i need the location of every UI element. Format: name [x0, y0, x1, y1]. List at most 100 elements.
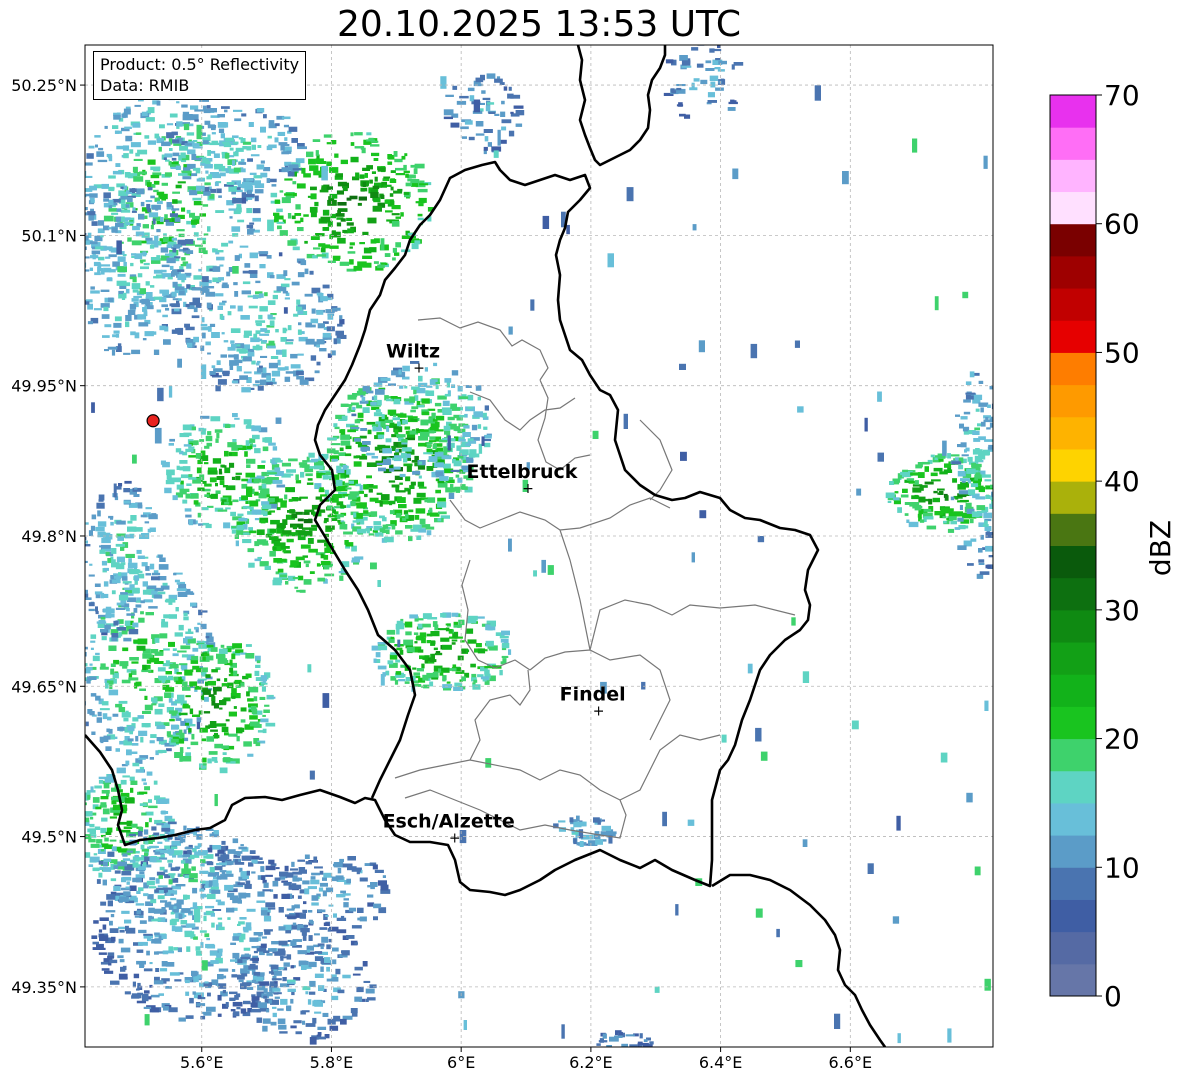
radar-echo-cell: [132, 123, 141, 128]
radar-echo-cell: [349, 195, 358, 200]
radar-echo-cell: [243, 1000, 251, 1005]
radar-echo-cell: [235, 472, 242, 475]
radar-echo-cell: [91, 221, 98, 226]
radar-echo-cell: [203, 893, 207, 898]
radar-echo-cell: [922, 461, 930, 465]
radar-echo-cell: [302, 909, 307, 913]
radar-echo-cell: [122, 853, 128, 857]
radar-echo-cell: [388, 480, 396, 483]
radar-echo-cell: [230, 328, 241, 333]
radar-echo-cell: [183, 703, 189, 708]
radar-echo-cell: [308, 452, 315, 458]
radar-echo-cell: [268, 442, 276, 446]
radar-echo-cell: [117, 955, 124, 959]
radar-echo-cell: [315, 496, 322, 500]
radar-echo-cell: [330, 443, 341, 446]
radar-echo-cell: [138, 730, 148, 736]
radar-echo-cell: [359, 174, 365, 179]
radar-echo-cell: [448, 492, 455, 499]
radar-echo-cell: [278, 142, 288, 146]
radar-echo-cell: [168, 889, 175, 894]
radar-echo-cell: [156, 725, 166, 730]
radar-echo-cell: [262, 1018, 271, 1024]
radar-echo-cell: [211, 922, 215, 928]
radar-echo-cell: [100, 796, 109, 800]
radar-echo-cell: [327, 928, 331, 932]
radar-echo-cell: [510, 94, 521, 99]
radar-echo-cell: [151, 703, 157, 706]
radar-echo-cell: [477, 424, 482, 429]
radar-echo-cell: [232, 413, 238, 418]
radar-echo-cell: [179, 874, 183, 877]
radar-echo-cell: [317, 1026, 327, 1030]
radar-echo-cell: [260, 520, 266, 524]
radar-echo-cell: [284, 297, 290, 300]
radar-echo-cell: [370, 144, 380, 147]
radar-echo-cell: [171, 925, 176, 932]
radar-echo-cell: [360, 428, 368, 431]
radar-echo-cell: [473, 679, 478, 683]
radar-echo-cell: [300, 217, 304, 223]
radar-echo-cell: [363, 980, 371, 983]
radar-echo-cell: [188, 446, 195, 449]
radar-echo-cell: [93, 308, 102, 311]
radar-echo-cell: [101, 817, 108, 822]
radar-echo-cell: [164, 153, 173, 158]
radar-echo-cell: [287, 240, 297, 246]
radar-echo-cell: [157, 667, 166, 672]
radar-echo-cell: [978, 559, 985, 563]
radar-echo-cell: [107, 277, 112, 280]
radar-echo-cell: [315, 150, 319, 156]
radar-echo-cell: [262, 504, 272, 510]
radar-echo-cell: [714, 67, 721, 70]
radar-echo-cell: [139, 871, 145, 875]
radar-echo-cell: [278, 926, 286, 931]
radar-echo-cell: [242, 926, 252, 931]
radar-echo-cell: [292, 246, 300, 251]
radar-echo-cell: [485, 640, 494, 647]
radar-echo-cell: [301, 167, 306, 174]
radar-echo-cell: [209, 108, 217, 113]
radar-echo-cell: [451, 639, 458, 642]
radar-echo-cell: [233, 354, 239, 360]
radar-echo-cell: [195, 157, 202, 161]
radar-echo-cell: [442, 400, 450, 406]
radar-echo-cell: [159, 289, 169, 294]
radar-echo-cell: [114, 316, 122, 322]
radar-echo-cell: [187, 342, 193, 348]
radar-echo-cell: [156, 229, 161, 233]
radar-echo-cell: [183, 444, 192, 447]
radar-echo-cell: [281, 197, 291, 204]
radar-echo-cell: [280, 956, 287, 959]
radar-echo-cell: [89, 193, 98, 198]
radar-echo-cell: [85, 522, 89, 525]
radar-echo-cell: [408, 509, 414, 513]
radar-echo-cell: [267, 219, 274, 232]
radar-echo-cell: [376, 492, 383, 495]
radar-echo-cell: [356, 404, 363, 409]
radar-echo-cell: [296, 183, 306, 189]
radar-echo-cell: [241, 855, 252, 861]
radar-echo-cell: [270, 1021, 277, 1026]
radar-echo-cell: [94, 135, 101, 138]
radar-echo-cell: [173, 947, 179, 951]
radar-echo-cell: [199, 213, 206, 217]
radar-echo-cell: [347, 856, 356, 861]
radar-echo-cell: [461, 136, 467, 139]
radar-echo-cell: [263, 882, 269, 888]
radar-echo-cell: [172, 208, 176, 212]
radar-echo-cell: [980, 407, 984, 413]
radar-echo-cell: [180, 645, 191, 650]
radar-echo-cell: [176, 582, 180, 585]
radar-echo-cell: [814, 85, 821, 101]
radar-echo-cell: [314, 866, 323, 869]
radar-echo-cell: [257, 465, 265, 469]
radar-echo-cell: [105, 256, 111, 259]
radar-echo-cell: [904, 513, 909, 516]
radar-echo-cell: [366, 165, 373, 170]
radar-echo-cell: [282, 290, 288, 294]
radar-echo-cell: [912, 138, 918, 153]
radar-echo-cell: [206, 176, 212, 180]
radar-echo-cell: [230, 340, 235, 344]
radar-echo-cell: [318, 887, 324, 892]
